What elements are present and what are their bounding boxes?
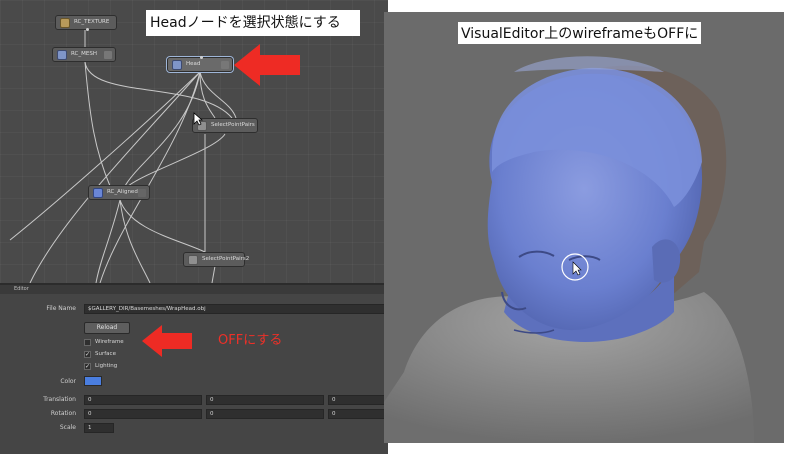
file-name-field[interactable]: $GALLERY_DIR/Basemeshes/WrapHead.obj: [84, 304, 388, 314]
rotation-y-field[interactable]: 0: [206, 409, 324, 419]
rotation-label: Rotation: [50, 410, 76, 417]
input-port[interactable]: [200, 56, 203, 59]
node-options-button[interactable]: [221, 61, 229, 69]
node-label: RC_Aligned: [107, 189, 138, 195]
node-label: RC_TEXTURE: [74, 19, 110, 25]
red-arrow-icon: [142, 325, 192, 357]
viewport-annotation: VisualEditor上のwireframeもOFFに: [458, 22, 702, 44]
node-label: SelectPointPairs2: [202, 256, 250, 262]
color-label: Color: [60, 378, 76, 385]
node-rc-texture[interactable]: RC_TEXTURE: [55, 15, 117, 31]
file-name-label: File Name: [46, 305, 76, 312]
aligned-mesh-icon: [93, 188, 103, 198]
rotation-z-field[interactable]: 0: [328, 409, 388, 419]
editor-panel: Editor File Name $GALLERY_DIR/Basemeshes…: [0, 283, 388, 454]
node-select-point-pairs2[interactable]: SelectPointPairs2: [183, 252, 249, 267]
output-port[interactable]: [86, 28, 89, 31]
node-graph[interactable]: RC_TEXTURE RC_MESH Head SelectPointPairs…: [0, 0, 388, 283]
editor-tab[interactable]: Editor: [0, 285, 388, 294]
surface-checkbox[interactable]: ✓: [84, 351, 91, 358]
rotation-x-field[interactable]: 0: [84, 409, 202, 419]
node-label: SelectPointPairs: [211, 122, 255, 128]
surface-label: Surface: [95, 351, 116, 357]
wireframe-checkbox[interactable]: [84, 339, 91, 346]
lighting-checkbox[interactable]: ✓: [84, 363, 91, 370]
select-head-annotation: Headノードを選択状態にする: [146, 10, 360, 36]
3d-viewport[interactable]: [384, 12, 784, 443]
node-rc-aligned[interactable]: RC_Aligned: [88, 185, 150, 200]
turn-off-annotation: OFFにする: [218, 333, 283, 348]
visibility-icon[interactable]: [138, 189, 146, 197]
head-scan-render: [384, 56, 754, 443]
scale-field[interactable]: 1: [84, 423, 114, 433]
head-mesh-icon: [172, 60, 182, 70]
node-head[interactable]: Head: [167, 56, 233, 72]
node-wires: [9, 30, 237, 283]
scale-label: Scale: [59, 424, 76, 431]
mesh-icon: [57, 50, 67, 60]
color-swatch[interactable]: [84, 376, 102, 386]
lighting-label: Lighting: [95, 363, 118, 369]
translation-y-field[interactable]: 0: [206, 395, 324, 405]
translation-z-field[interactable]: 0: [328, 395, 388, 405]
point-pairs-icon: [188, 255, 198, 265]
mouse-cursor-icon: [193, 112, 203, 126]
red-arrow-icon: [234, 44, 300, 86]
reload-button[interactable]: Reload: [84, 322, 130, 334]
node-rc-mesh[interactable]: RC_MESH: [52, 47, 116, 62]
texture-icon: [60, 18, 70, 28]
node-label: RC_MESH: [71, 51, 97, 57]
translation-label: Translation: [43, 396, 76, 403]
node-label: Head: [186, 61, 201, 67]
translation-x-field[interactable]: 0: [84, 395, 202, 405]
wireframe-label: Wireframe: [95, 339, 124, 345]
node-options-button[interactable]: [104, 51, 112, 59]
